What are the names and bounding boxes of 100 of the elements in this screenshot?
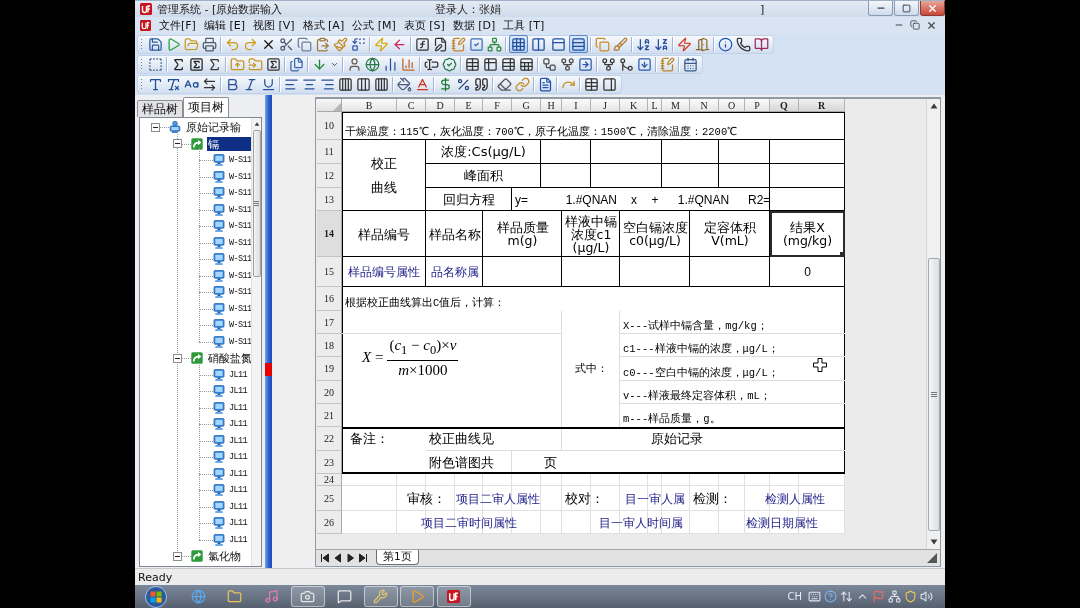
- scroll-down-icon[interactable]: [929, 539, 938, 545]
- maximize-button[interactable]: [894, 1, 919, 16]
- tree-item[interactable]: W-S11: [228, 301, 251, 316]
- row-header[interactable]: 17: [317, 311, 342, 334]
- language-indicator[interactable]: CH: [787, 591, 802, 602]
- grip-handle[interactable]: [140, 37, 143, 51]
- badge-icon[interactable]: [441, 56, 457, 72]
- taskbar-button[interactable]: [290, 586, 325, 607]
- collapse-icon[interactable]: [150, 122, 160, 132]
- tree-item[interactable]: W-S11: [228, 153, 251, 168]
- column-header[interactable]: Q: [770, 99, 799, 112]
- align-right-icon[interactable]: [319, 77, 335, 92]
- close-button[interactable]: [920, 1, 945, 16]
- tree-item[interactable]: JL11: [228, 367, 248, 382]
- row-header[interactable]: 15: [317, 257, 342, 287]
- paste-icon[interactable]: [314, 36, 330, 52]
- swap-icon[interactable]: [201, 77, 217, 92]
- column-header[interactable]: H: [541, 99, 562, 112]
- row-header[interactable]: 16: [317, 287, 342, 311]
- folder-input-icon[interactable]: [247, 56, 263, 72]
- align-left-icon[interactable]: [283, 77, 299, 92]
- book-icon[interactable]: [753, 36, 769, 52]
- tree-item[interactable]: JL11: [228, 516, 248, 531]
- print-icon[interactable]: [201, 36, 217, 52]
- brush-icon[interactable]: [332, 36, 348, 52]
- info-icon[interactable]: [717, 36, 733, 52]
- table-icon[interactable]: [500, 56, 516, 72]
- fork-icon[interactable]: [600, 56, 616, 72]
- shield-icon[interactable]: [904, 590, 917, 603]
- tree-item[interactable]: JL11: [228, 499, 248, 514]
- folder-up-icon[interactable]: [229, 56, 245, 72]
- taskbar-button[interactable]: [400, 586, 434, 607]
- arrows-icon[interactable]: [840, 590, 853, 603]
- panel-tab[interactable]: 项目树: [183, 97, 229, 117]
- menu-item[interactable]: 文件[F]: [155, 18, 200, 33]
- row-header[interactable]: 12: [317, 164, 342, 188]
- tree-item[interactable]: 硝酸盐氮: [207, 351, 251, 366]
- column-header[interactable]: P: [745, 99, 770, 112]
- next-page-icon[interactable]: [345, 553, 356, 563]
- tree-item[interactable]: JL11: [228, 400, 248, 415]
- previous-page-icon[interactable]: [332, 553, 343, 563]
- tree-item[interactable]: W-S11: [228, 334, 251, 349]
- door-icon[interactable]: [694, 36, 710, 52]
- fork-icon[interactable]: [559, 56, 575, 72]
- italic-icon[interactable]: [242, 77, 258, 92]
- table-icon[interactable]: [482, 56, 498, 72]
- last-page-icon[interactable]: [358, 553, 369, 563]
- column-header[interactable]: J: [591, 99, 620, 112]
- underline-icon[interactable]: [260, 77, 276, 92]
- tree-scrollbar[interactable]: [251, 118, 261, 566]
- view-toggle-button[interactable]: [508, 35, 528, 53]
- menu-item[interactable]: 编辑 [E]: [199, 18, 249, 33]
- tree-item[interactable]: W-S11: [228, 268, 251, 283]
- sheet-tab[interactable]: 第1页: [376, 550, 419, 565]
- column-header[interactable]: G: [512, 99, 541, 112]
- cut-icon[interactable]: [278, 36, 294, 52]
- replace-icon[interactable]: [350, 36, 366, 52]
- tree-item[interactable]: W-S11: [228, 235, 251, 250]
- tree-item[interactable]: W-S11: [228, 252, 251, 267]
- tree-item[interactable]: 镉: [207, 136, 251, 151]
- column-header[interactable]: E: [455, 99, 483, 112]
- collapse-icon[interactable]: [172, 139, 182, 149]
- function-icon[interactable]: [414, 36, 430, 52]
- collapse-icon[interactable]: [172, 551, 182, 561]
- sheet-icon[interactable]: [518, 56, 534, 72]
- row-header[interactable]: 26: [317, 511, 342, 534]
- scrollbar-thumb[interactable]: [927, 258, 940, 531]
- row-header[interactable]: 11: [317, 140, 342, 164]
- columns-icon[interactable]: [373, 77, 389, 92]
- network-icon[interactable]: [888, 590, 901, 603]
- sigma-box-icon[interactable]: [265, 56, 281, 72]
- phone-icon[interactable]: [735, 36, 751, 52]
- tree-item[interactable]: JL11: [228, 417, 248, 432]
- menu-item[interactable]: 公式 [M]: [348, 18, 400, 33]
- align-center-icon[interactable]: [301, 77, 317, 92]
- tree-item[interactable]: JL11: [228, 466, 248, 481]
- flow-icon[interactable]: [541, 56, 557, 72]
- checkbox-icon[interactable]: [468, 36, 484, 52]
- arrow-box-icon[interactable]: [577, 56, 593, 72]
- table-icon[interactable]: [583, 77, 599, 92]
- sort-ascending-icon[interactable]: [635, 36, 651, 52]
- tree-item[interactable]: W-S11: [228, 169, 251, 184]
- row-header[interactable]: 13: [317, 188, 342, 211]
- column-header[interactable]: I: [562, 99, 591, 112]
- column-header[interactable]: M: [662, 99, 690, 112]
- calendar-icon[interactable]: [682, 56, 698, 72]
- copy-icon[interactable]: [296, 36, 312, 52]
- menu-item[interactable]: 视图 [V]: [248, 18, 299, 33]
- selection-icon[interactable]: [147, 56, 163, 72]
- row-header[interactable]: 20: [317, 381, 342, 404]
- tree-item[interactable]: JL11: [228, 384, 248, 399]
- column-header[interactable]: K: [620, 99, 648, 112]
- tree-item[interactable]: JL11: [228, 450, 248, 465]
- scroll-up-icon[interactable]: [929, 103, 938, 109]
- row-header[interactable]: 24: [317, 474, 342, 486]
- start-orb-icon[interactable]: [143, 585, 169, 608]
- network-icon[interactable]: [486, 36, 502, 52]
- menu-item[interactable]: 表页 [S]: [399, 18, 449, 33]
- tree-item[interactable]: JL11: [228, 483, 248, 498]
- row-header[interactable]: 23: [317, 451, 342, 474]
